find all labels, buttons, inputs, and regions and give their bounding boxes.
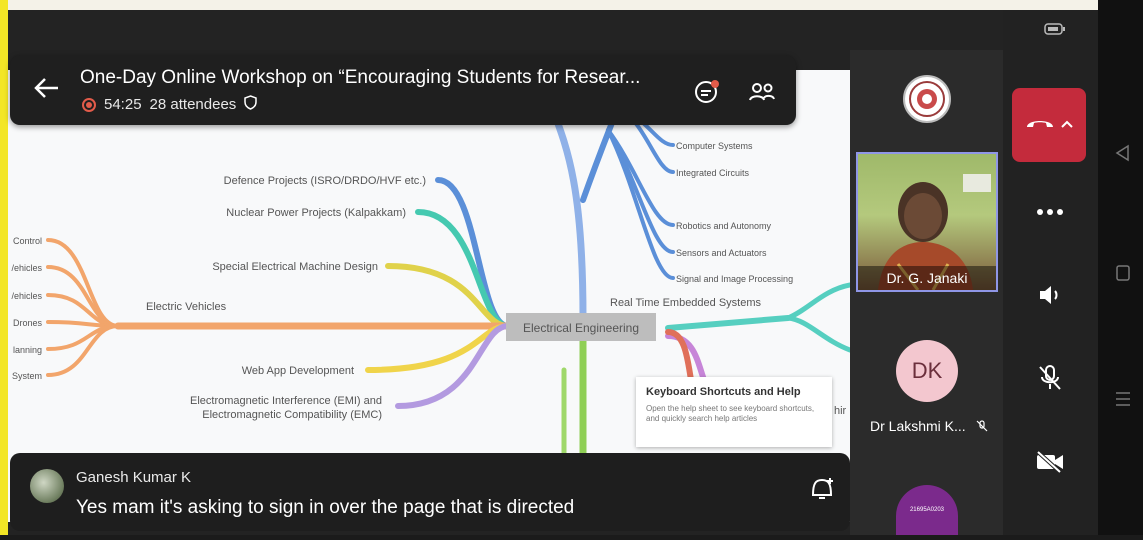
- meeting-duration: 54:25: [104, 96, 142, 113]
- mindmap-node-emi-line1: Electromagnetic Interference (EMI) and: [190, 395, 382, 407]
- keyboard-shortcuts-card[interactable]: Keyboard Shortcuts and Help Open the hel…: [636, 377, 832, 447]
- mindmap-node-defence: Defence Projects (ISRO/DRDO/HVF etc.): [224, 175, 426, 187]
- chevron-up-icon[interactable]: [1061, 116, 1073, 134]
- mindmap-edge-label: Control: [13, 236, 42, 246]
- back-arrow-icon[interactable]: [32, 73, 62, 103]
- hangup-button[interactable]: [1012, 88, 1086, 162]
- meeting-header: One-Day Online Workshop on “Encouraging …: [10, 55, 796, 125]
- participant-name: Dr Lakshmi K...: [870, 418, 988, 435]
- hangup-icon: [1025, 115, 1055, 136]
- status-strip: [8, 0, 1143, 10]
- more-icon: [1036, 203, 1064, 221]
- more-options-button[interactable]: [1028, 190, 1072, 234]
- mindmap-node-sensors: Sensors and Actuators: [676, 248, 767, 258]
- mindmap-node-robotics: Robotics and Autonomy: [676, 221, 772, 231]
- chat-notification[interactable]: Ganesh Kumar K Yes mam it's asking to si…: [10, 453, 850, 531]
- mindmap-edge-label: Drones: [13, 318, 43, 328]
- screen-edge: [0, 0, 8, 535]
- participant-video-tile[interactable]: Dr. G. Janaki: [856, 152, 998, 292]
- mindmap-node-signal: Signal and Image Processing: [676, 274, 793, 284]
- mindmap-edge-label: System: [12, 371, 42, 381]
- mindmap-edge-label: /ehicles: [11, 263, 42, 273]
- mindmap-edge-label: lanning: [13, 345, 42, 355]
- mic-off-icon: [1037, 364, 1063, 397]
- speaker-button[interactable]: [1028, 275, 1072, 319]
- participant-name-label: Dr Lakshmi K...: [870, 418, 966, 434]
- mindmap-node-nuclear: Nuclear Power Projects (Kalpakkam): [226, 207, 406, 219]
- mindmap-node-rte: Real Time Embedded Systems: [610, 297, 762, 309]
- battery-icon: [1044, 22, 1066, 36]
- shield-icon: [244, 95, 258, 114]
- avatar[interactable]: DK: [896, 340, 958, 402]
- reaction-icon[interactable]: [808, 475, 836, 503]
- shortcuts-title: Keyboard Shortcuts and Help: [646, 386, 801, 398]
- mic-toggle-button[interactable]: [1028, 358, 1072, 402]
- muted-icon: [976, 419, 988, 435]
- shortcuts-body: Open the help sheet to see keyboard shor…: [646, 404, 815, 423]
- chat-message: Yes mam it's asking to sign in over the …: [76, 497, 575, 518]
- mindmap-edge-label: /ehicles: [11, 291, 42, 301]
- meeting-status: 54:25 28 attendees: [82, 95, 258, 114]
- mindmap-center-label: Electrical Engineering: [523, 321, 639, 335]
- camera-toggle-button[interactable]: [1028, 442, 1072, 486]
- organization-logo: [903, 75, 951, 123]
- android-nav-bar: [1098, 0, 1143, 535]
- chat-icon[interactable]: [692, 77, 722, 107]
- people-icon[interactable]: [747, 77, 777, 107]
- avatar: [30, 469, 64, 503]
- mindmap-node-machine: Special Electrical Machine Design: [212, 261, 378, 273]
- mindmap-node-ev: Electric Vehicles: [146, 301, 227, 313]
- speaker-icon: [1037, 283, 1063, 312]
- chat-sender: Ganesh Kumar K: [76, 469, 192, 486]
- mindmap-node-cut: hir: [834, 405, 847, 417]
- mindmap-node-emi-line2: Electromagnetic Compatibility (EMC): [202, 409, 382, 421]
- mindmap-node-ic: Integrated Circuits: [676, 168, 750, 178]
- attendee-count: 28 attendees: [149, 96, 237, 113]
- record-icon: [82, 97, 96, 112]
- participant-video-name: Dr. G. Janaki: [858, 266, 996, 290]
- mindmap-node-webapp: Web App Development: [242, 365, 354, 377]
- mindmap-node-computer: Computer Systems: [676, 141, 753, 151]
- video-off-icon: [1035, 450, 1065, 479]
- meeting-title: One-Day Online Workshop on “Encouraging …: [80, 67, 641, 88]
